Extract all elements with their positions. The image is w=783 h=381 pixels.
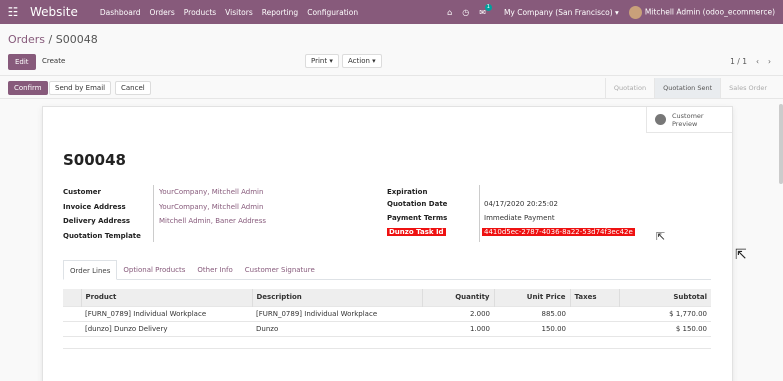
tab-order-lines[interactable]: Order Lines <box>63 260 118 280</box>
avatar <box>628 5 642 19</box>
statusbar: Confirm Send by Email Cancel Quotation Q… <box>0 78 783 98</box>
cancel-button[interactable]: Cancel <box>115 81 151 95</box>
empty-row <box>63 335 711 348</box>
cell-unit-price[interactable]: 150.00 <box>494 320 570 336</box>
home-icon[interactable]: ⌂ <box>447 8 452 17</box>
cell-quantity[interactable]: 1.000 <box>422 320 494 336</box>
confirm-button[interactable]: Confirm <box>8 81 48 95</box>
divider <box>0 98 783 99</box>
cell-subtotal: $ 1,770.00 <box>619 305 711 321</box>
quotation-date-field[interactable]: 04/17/2020 20:25:02 <box>484 200 558 208</box>
dunzo-task-id-field[interactable]: 4410d5ec-2787-4036-8a22-53d74f3ec42e <box>482 228 635 236</box>
breadcrumb-current: S00048 <box>55 33 98 46</box>
cell-description[interactable]: [FURN_0789] Individual Workplace <box>252 305 422 321</box>
menu-products[interactable]: Products <box>184 8 216 17</box>
status-stages: Quotation Quotation Sent Sales Order <box>604 78 775 98</box>
col-taxes[interactable]: Taxes <box>569 289 619 306</box>
breadcrumb-orders[interactable]: Orders <box>8 33 45 46</box>
stage-sales-order[interactable]: Sales Order <box>720 78 775 98</box>
table-header-row: Product Description Quantity Unit Price … <box>63 289 711 306</box>
cell-taxes[interactable] <box>570 305 619 321</box>
label-quotation-template: Quotation Template <box>63 232 141 240</box>
cell-description[interactable]: Dunzo <box>252 320 422 336</box>
field-separator <box>153 185 154 242</box>
handle-column <box>63 289 81 306</box>
pager: 1 / 1 ‹ › <box>730 57 771 66</box>
label-dunzo-task-id: Dunzo Task Id <box>387 228 446 236</box>
cell-quantity[interactable]: 2.000 <box>422 305 494 321</box>
col-description[interactable]: Description <box>251 289 422 306</box>
user-name: Mitchell Admin (odoo_ecommerce) <box>644 7 775 16</box>
notebook-tabs: Order Lines Optional Products Other Info… <box>63 260 711 280</box>
delivery-address-field[interactable]: Mitchell Admin, Baner Address <box>159 217 266 225</box>
navbar-right-tools: ⌂ ◷ ✉ 1 My Company (San Francisco) ▾ Mitc… <box>447 0 775 24</box>
label-quotation-date: Quotation Date <box>387 200 448 208</box>
menu-visitors[interactable]: Visitors <box>225 8 253 17</box>
col-unit-price[interactable]: Unit Price <box>493 289 570 306</box>
clock-icon[interactable]: ◷ <box>462 8 469 17</box>
create-button[interactable]: Create <box>37 54 70 70</box>
breadcrumb-separator: / <box>48 33 53 46</box>
label-invoice-address: Invoice Address <box>63 203 126 211</box>
breadcrumb: Orders / S00048 <box>8 33 98 46</box>
stage-quotation[interactable]: Quotation <box>604 78 654 98</box>
pager-value[interactable]: 1 / 1 <box>730 57 747 66</box>
apps-grid-icon[interactable]: ☷ <box>4 5 22 19</box>
menu-orders[interactable]: Orders <box>150 8 175 17</box>
tab-optional-products[interactable]: Optional Products <box>117 260 191 280</box>
empty-row <box>63 347 711 360</box>
chat-icon[interactable]: ✉ 1 <box>479 3 492 17</box>
customer-preview-label: Customer Preview <box>672 111 704 128</box>
invoice-address-field[interactable]: YourCompany, Mitchell Admin <box>159 203 263 211</box>
label-customer: Customer <box>63 188 101 196</box>
top-navbar: ☷ Website Dashboard Orders Products Visi… <box>0 0 783 24</box>
main-menu: Dashboard Orders Products Visitors Repor… <box>100 8 358 17</box>
customer-field[interactable]: YourCompany, Mitchell Admin <box>159 188 263 196</box>
row-handle <box>63 320 81 336</box>
menu-reporting[interactable]: Reporting <box>262 8 298 17</box>
globe-icon <box>655 114 666 125</box>
cell-product[interactable]: [dunzo] Dunzo Delivery <box>81 320 252 336</box>
chevron-left-icon[interactable]: ‹ <box>756 57 759 66</box>
app-brand[interactable]: Website <box>30 5 78 19</box>
field-separator <box>479 185 480 242</box>
divider <box>0 75 783 76</box>
send-by-email-button[interactable]: Send by Email <box>49 81 112 95</box>
print-button[interactable]: Print ▾ <box>305 54 339 68</box>
col-quantity[interactable]: Quantity <box>421 289 494 306</box>
menu-configuration[interactable]: Configuration <box>307 8 358 17</box>
tab-customer-signature[interactable]: Customer Signature <box>239 260 321 280</box>
table-row[interactable]: [dunzo] Dunzo Delivery Dunzo 1.000 150.0… <box>63 320 711 336</box>
cell-taxes[interactable] <box>570 320 619 336</box>
row-handle <box>63 305 81 321</box>
payment-terms-field[interactable]: Immediate Payment <box>484 214 555 222</box>
scrollbar[interactable] <box>779 104 783 184</box>
label-expiration: Expiration <box>387 188 428 196</box>
cell-unit-price[interactable]: 885.00 <box>494 305 570 321</box>
label-delivery-address: Delivery Address <box>63 217 131 225</box>
cell-product[interactable]: [FURN_0789] Individual Workplace <box>81 305 252 321</box>
menu-dashboard[interactable]: Dashboard <box>100 8 141 17</box>
edit-button[interactable]: Edit <box>8 54 36 70</box>
col-subtotal[interactable]: Subtotal <box>618 289 711 306</box>
order-lines-table: Product Description Quantity Unit Price … <box>63 289 711 360</box>
tab-other-info[interactable]: Other Info <box>191 260 238 280</box>
table-row[interactable]: [FURN_0789] Individual Workplace [FURN_0… <box>63 305 711 321</box>
company-switcher[interactable]: My Company (San Francisco) ▾ <box>504 8 619 17</box>
label-payment-terms: Payment Terms <box>387 214 448 222</box>
chevron-right-icon[interactable]: › <box>768 57 771 66</box>
cell-subtotal: $ 150.00 <box>619 320 711 336</box>
chat-badge: 1 <box>484 3 492 11</box>
customer-preview-button[interactable]: Customer Preview <box>646 107 732 133</box>
form-sheet: Customer Preview S00048 Customer YourCom… <box>42 106 733 381</box>
stage-quotation-sent[interactable]: Quotation Sent <box>654 78 721 98</box>
mouse-pointer-icon: ⇱ <box>656 230 666 243</box>
action-button[interactable]: Action ▾ <box>342 54 382 68</box>
user-menu[interactable]: Mitchell Admin (odoo_ecommerce) <box>628 5 775 19</box>
order-title: S00048 <box>63 151 126 169</box>
col-product[interactable]: Product <box>80 289 252 306</box>
mouse-pointer-icon: ⇱ <box>735 247 747 263</box>
